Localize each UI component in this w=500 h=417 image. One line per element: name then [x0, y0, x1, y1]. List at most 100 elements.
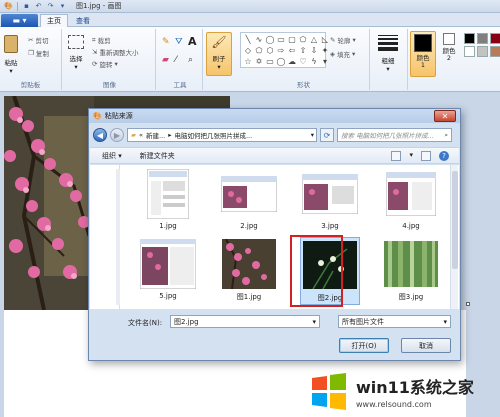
arrow-left-shape-icon[interactable]: ⇦ [287, 45, 297, 56]
filename-label: 文件名(N): [128, 319, 163, 327]
search-input[interactable]: 搜索 电脑如何把几张照片拼成... ⌕ [337, 128, 452, 142]
search-icon: ⌕ [444, 130, 448, 139]
filename-field[interactable]: 图2.jpg ▾ [170, 315, 320, 328]
resize-icon: ⇲ [92, 48, 98, 56]
star5-shape-icon[interactable]: ☆ [243, 56, 253, 67]
cancel-button[interactable]: 取消 [401, 338, 451, 353]
eraser-icon[interactable]: ▰ [162, 55, 169, 65]
navigation-pane[interactable] [90, 165, 120, 309]
star4-shape-icon[interactable]: ✦ [320, 45, 330, 56]
right-triangle-shape-icon[interactable]: ◺ [320, 34, 330, 45]
tab-view[interactable]: 查看 [70, 14, 96, 27]
breadcrumb-item[interactable]: 电脑如何把几张照片拼成... [174, 130, 252, 140]
chevron-down-icon[interactable]: ▾ [312, 318, 316, 326]
forward-button[interactable]: ▶ [110, 128, 124, 142]
callout-rect-shape-icon[interactable]: ▭ [265, 56, 275, 67]
nav-scrollbar[interactable] [116, 169, 120, 305]
back-button[interactable]: ◀ [93, 128, 107, 142]
magnifier-icon[interactable]: ⌕ [188, 55, 193, 65]
rotate-button[interactable]: ⟳ 旋转 ▾ [92, 59, 118, 69]
color1-button[interactable]: 颜色 1 [410, 31, 436, 77]
breadcrumb-item[interactable]: 新建... [146, 130, 165, 140]
filetype-select[interactable]: 所有图片文件 ▾ [338, 315, 451, 328]
image-group: 选择 ▾ ⌗ 裁剪 ⇲ 重新调整大小 ⟳ 旋转 ▾ 图像 [64, 29, 156, 90]
palette-color[interactable] [477, 46, 488, 57]
rectangle-shape-icon[interactable]: ▭ [276, 34, 286, 45]
color-picker-icon[interactable]: ⁄ [175, 55, 177, 65]
file-item[interactable]: 1.jpg [138, 167, 198, 235]
file-item[interactable]: 5.jpg [138, 237, 198, 305]
line-weight-icon [378, 33, 398, 53]
palette-color[interactable] [464, 33, 475, 44]
arrow-down-shape-icon[interactable]: ⇩ [309, 45, 319, 56]
color2-button[interactable]: 颜色 2 [438, 33, 460, 62]
paint-app-icon[interactable]: 🎨 [4, 2, 13, 11]
bamboo-thumbnail [382, 239, 440, 289]
address-bar[interactable]: ▰ « 新建... ▸ 电脑如何把几张照片拼成... ▾ [127, 128, 317, 142]
refresh-button[interactable]: ⟳ [320, 128, 334, 142]
brushes-button[interactable]: 🖌 刷子 ▾ [206, 32, 232, 76]
file-item[interactable]: 3.jpg [300, 167, 360, 235]
file-name: 图3.jpg [398, 293, 424, 301]
new-folder-button[interactable]: 新建文件夹 [140, 151, 175, 161]
file-item[interactable]: 2.jpg [219, 167, 279, 235]
copy-button[interactable]: ❐ 复制 [28, 48, 49, 58]
arrow-right-shape-icon[interactable]: ⇨ [276, 45, 286, 56]
outline-button[interactable]: ✎ 轮廓 ▾ [330, 35, 356, 45]
brushes-group: 🖌 刷子 ▾ [205, 29, 237, 90]
file-item[interactable]: 4.jpg [381, 167, 441, 235]
text-tool-icon[interactable]: A [188, 35, 197, 48]
view-mode-icon[interactable] [391, 151, 402, 161]
palette-color[interactable] [477, 33, 488, 44]
fill-button[interactable]: ◈ 填充 ▾ [330, 49, 355, 59]
file-item[interactable]: 图3.jpg [381, 237, 441, 305]
diamond-shape-icon[interactable]: ◇ [243, 45, 253, 56]
lightning-shape-icon[interactable]: ϟ [309, 56, 319, 67]
curve-shape-icon[interactable]: ∿ [254, 34, 264, 45]
callout-oval-shape-icon[interactable]: ◯ [276, 56, 286, 67]
canvas-resize-handle[interactable] [466, 302, 470, 306]
scrollbar-thumb[interactable] [452, 171, 458, 269]
preview-pane-icon[interactable] [421, 151, 431, 161]
undo-icon[interactable]: ↶ [34, 2, 43, 11]
polygon-shape-icon[interactable]: ⬠ [298, 34, 308, 45]
chevron-down-icon: ▾ [443, 317, 447, 326]
fill-bucket-icon[interactable]: ⛛ [175, 37, 183, 47]
window-thumbnail [139, 169, 197, 219]
cloud-shape-icon[interactable]: ☁ [287, 56, 297, 67]
open-button[interactable]: 打开(O) [339, 338, 389, 353]
shapes-scroll-icon[interactable]: ▾ [320, 56, 330, 67]
close-icon[interactable]: ✕ [434, 110, 456, 122]
triangle-shape-icon[interactable]: △ [309, 34, 319, 45]
palette-color[interactable] [490, 33, 500, 44]
rounded-rectangle-shape-icon[interactable]: ▢ [287, 34, 297, 45]
resize-button[interactable]: ⇲ 重新调整大小 [92, 47, 138, 57]
heart-shape-icon[interactable]: ♡ [298, 56, 308, 67]
help-icon[interactable]: ? [439, 151, 449, 161]
redo-icon[interactable]: ↷ [46, 2, 55, 11]
cut-button[interactable]: ✂ 剪切 [28, 35, 48, 45]
file-item[interactable]: 图1.jpg [219, 237, 279, 305]
pentagon-shape-icon[interactable]: ⬠ [254, 45, 264, 56]
quick-access-dropdown-icon[interactable]: ▾ [58, 2, 67, 11]
separator [17, 1, 18, 11]
save-icon[interactable]: ▪ [22, 2, 31, 11]
file-grid-scrollbar[interactable] [450, 165, 458, 309]
organize-button[interactable]: 组织 ▾ [102, 151, 122, 161]
rotate-icon: ⟳ [92, 60, 98, 68]
palette-color[interactable] [464, 46, 475, 57]
palette-color[interactable] [490, 46, 500, 57]
hexagon-shape-icon[interactable]: ⬡ [265, 45, 275, 56]
crop-button[interactable]: ⌗ 裁剪 [92, 35, 111, 46]
arrow-up-shape-icon[interactable]: ⇧ [298, 45, 308, 56]
oval-shape-icon[interactable]: ◯ [265, 34, 275, 45]
line-shape-icon[interactable]: ╲ [243, 34, 253, 45]
paste-button[interactable]: 粘贴 ▾ [4, 35, 18, 75]
app-menu-button[interactable]: ▬ ▾ [1, 14, 38, 27]
select-button[interactable]: 选择 ▾ [68, 35, 84, 71]
size-button[interactable]: 粗细 ▾ [378, 33, 398, 73]
pencil-icon[interactable]: ✎ [162, 37, 170, 47]
tab-home[interactable]: 主页 [40, 14, 68, 27]
star6-shape-icon[interactable]: ✡ [254, 56, 264, 67]
chevron-down-icon[interactable]: ▾ [409, 151, 413, 161]
